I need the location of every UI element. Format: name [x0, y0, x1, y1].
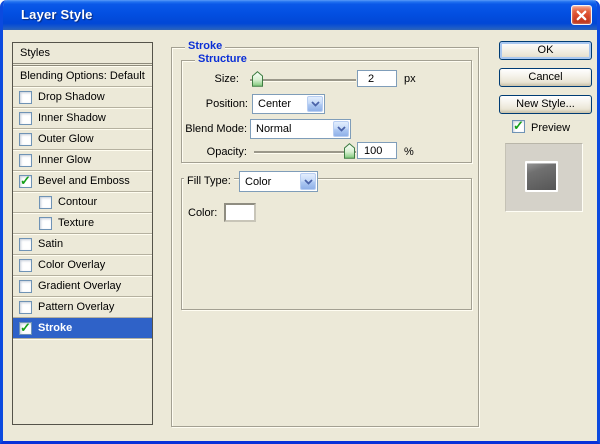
style-preview-thumbnail: [505, 143, 583, 212]
chevron-down-icon: [304, 179, 313, 185]
cancel-button[interactable]: Cancel: [499, 68, 592, 87]
satin-checkbox[interactable]: [19, 238, 32, 251]
position-dropdown[interactable]: Center: [252, 94, 325, 114]
color-overlay-checkbox[interactable]: [19, 259, 32, 272]
opacity-input[interactable]: [357, 142, 397, 159]
outer-glow-checkbox[interactable]: [19, 133, 32, 146]
fill-type-dropdown[interactable]: Color: [239, 171, 318, 192]
sidebar-item-pattern-overlay[interactable]: Pattern Overlay: [13, 297, 152, 318]
ok-button[interactable]: OK: [499, 41, 592, 60]
fill-type-dropdown-button[interactable]: [300, 173, 316, 190]
position-label: Position:: [153, 98, 248, 111]
opacity-slider-thumb[interactable]: [344, 143, 355, 159]
opacity-unit-label: %: [404, 146, 414, 159]
sidebar-item-label: Bevel and Emboss: [38, 175, 130, 187]
stroke-color-swatch[interactable]: [224, 203, 256, 222]
blend-mode-value: Normal: [256, 123, 291, 136]
title-bar[interactable]: Layer Style: [0, 0, 600, 30]
dialog-content: Styles Blending Options: Default Drop Shad…: [3, 30, 597, 441]
drop-shadow-checkbox[interactable]: [19, 91, 32, 104]
gradient-overlay-checkbox[interactable]: [19, 280, 32, 293]
chevron-down-icon: [311, 101, 320, 107]
sidebar-item-label: Inner Shadow: [38, 112, 106, 124]
styles-list: Styles Blending Options: Default Drop Shad…: [12, 42, 153, 425]
size-slider-thumb[interactable]: [252, 71, 263, 87]
opacity-slider-track: [254, 151, 356, 153]
inner-glow-checkbox[interactable]: [19, 154, 32, 167]
blend-mode-dropdown-button[interactable]: [333, 121, 349, 137]
opacity-slider[interactable]: [252, 142, 358, 159]
sidebar-item-label: Drop Shadow: [38, 91, 105, 103]
inner-shadow-checkbox[interactable]: [19, 112, 32, 125]
check-icon: ✓: [20, 320, 31, 335]
sidebar-item-label: Pattern Overlay: [38, 301, 114, 313]
stroke-group-title: Stroke: [185, 40, 225, 53]
sidebar-item-gradient-overlay[interactable]: Gradient Overlay: [13, 276, 152, 297]
texture-checkbox[interactable]: [39, 217, 52, 230]
preview-checkbox[interactable]: ✓: [512, 120, 525, 133]
color-label: Color:: [188, 207, 217, 220]
sidebar-item-label: Satin: [38, 238, 63, 250]
layer-style-dialog: Layer Style Styles Blending Options: Defa…: [0, 0, 600, 444]
preview-label: Preview: [531, 122, 570, 134]
sidebar-item-label: Color Overlay: [38, 259, 105, 271]
sidebar-item-satin[interactable]: Satin: [13, 234, 152, 255]
fill-type-groupbox: [181, 178, 472, 310]
sidebar-item-label: Blending Options: Default: [20, 70, 145, 82]
sidebar-item-label: Styles: [20, 47, 50, 59]
window-title: Layer Style: [21, 7, 93, 22]
sidebar-item-label: Stroke: [38, 322, 72, 334]
sidebar-item-color-overlay[interactable]: Color Overlay: [13, 255, 152, 276]
sidebar-item-texture[interactable]: Texture: [13, 213, 152, 234]
position-value: Center: [258, 98, 291, 111]
opacity-label: Opacity:: [143, 146, 247, 159]
size-input[interactable]: [357, 70, 397, 87]
chevron-down-icon: [337, 126, 346, 132]
sidebar-item-contour[interactable]: Contour: [13, 192, 152, 213]
sidebar-item-label: Inner Glow: [38, 154, 91, 166]
size-label: Size:: [153, 73, 239, 86]
pattern-overlay-checkbox[interactable]: [19, 301, 32, 314]
check-icon: ✓: [513, 118, 524, 133]
new-style-button[interactable]: New Style...: [499, 95, 592, 114]
size-unit-label: px: [404, 73, 416, 86]
blend-mode-dropdown[interactable]: Normal: [250, 119, 351, 139]
sidebar-item-label: Gradient Overlay: [38, 280, 121, 292]
stroke-checkbox[interactable]: ✓: [19, 322, 32, 335]
blend-mode-label: Blend Mode:: [143, 123, 247, 136]
check-icon: ✓: [20, 173, 31, 188]
preview-object: [525, 161, 558, 192]
close-icon: [576, 10, 587, 21]
size-slider[interactable]: [248, 70, 358, 87]
size-slider-track: [250, 79, 356, 81]
sidebar-item-stroke[interactable]: ✓ Stroke: [13, 318, 152, 339]
fill-type-label: Fill Type:: [184, 175, 234, 188]
fill-type-value: Color: [245, 176, 271, 189]
sidebar-item-blending-options-default[interactable]: Blending Options: Default: [13, 66, 152, 87]
sidebar-item-label: Texture: [58, 217, 94, 229]
sidebar-item-styles[interactable]: Styles: [13, 43, 152, 66]
sidebar-item-bevel-and-emboss[interactable]: ✓ Bevel and Emboss: [13, 171, 152, 192]
sidebar-item-label: Outer Glow: [38, 133, 94, 145]
bevel-and-emboss-checkbox[interactable]: ✓: [19, 175, 32, 188]
contour-checkbox[interactable]: [39, 196, 52, 209]
sidebar-item-label: Contour: [58, 196, 97, 208]
structure-group-title: Structure: [195, 53, 250, 66]
sidebar-item-inner-shadow[interactable]: Inner Shadow: [13, 108, 152, 129]
sidebar-item-drop-shadow[interactable]: Drop Shadow: [13, 87, 152, 108]
close-button[interactable]: [571, 5, 592, 25]
position-dropdown-button[interactable]: [307, 96, 323, 112]
sidebar-item-inner-glow[interactable]: Inner Glow: [13, 150, 152, 171]
sidebar-item-outer-glow[interactable]: Outer Glow: [13, 129, 152, 150]
